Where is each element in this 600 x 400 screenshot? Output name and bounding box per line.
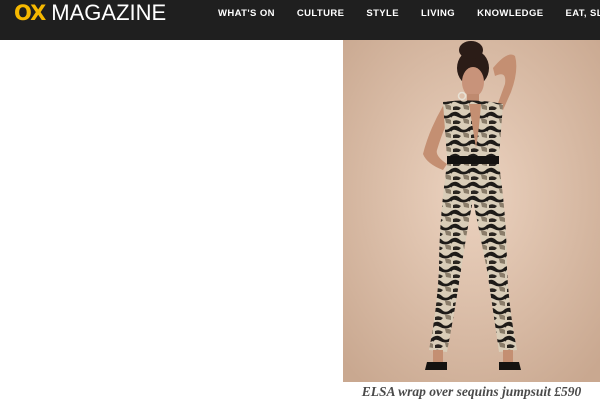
logo-name: MAGAZINE bbox=[51, 0, 167, 25]
article-content: ELSA wrap over sequins jumpsuit £590 bbox=[0, 40, 600, 400]
page: OX MAGAZINE WHAT'S ON CULTURE STYLE LIVI… bbox=[0, 0, 600, 400]
fashion-photo bbox=[343, 40, 600, 382]
nav-knowledge[interactable]: KNOWLEDGE bbox=[477, 8, 543, 19]
site-header: OX MAGAZINE WHAT'S ON CULTURE STYLE LIVI… bbox=[0, 0, 600, 40]
image-caption: ELSA wrap over sequins jumpsuit £590 bbox=[361, 384, 582, 399]
logo-brand: OX bbox=[14, 1, 46, 25]
nav-culture[interactable]: CULTURE bbox=[297, 8, 344, 19]
nav-whats-on[interactable]: WHAT'S ON bbox=[218, 8, 275, 19]
nav-style[interactable]: STYLE bbox=[366, 8, 399, 19]
model-illustration bbox=[343, 40, 600, 382]
nav-eat-sleep-drink[interactable]: EAT, SLEEP, DRIN bbox=[565, 8, 600, 19]
site-logo[interactable]: OX MAGAZINE bbox=[14, 0, 166, 26]
main-nav: WHAT'S ON CULTURE STYLE LIVING KNOWLEDGE… bbox=[218, 0, 600, 26]
nav-living[interactable]: LIVING bbox=[421, 8, 455, 19]
